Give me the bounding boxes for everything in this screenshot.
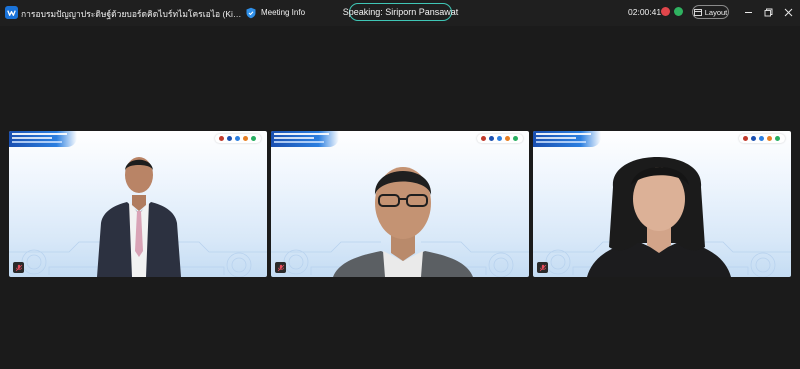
muted-mic-icon	[275, 262, 286, 273]
connection-status-icon[interactable]	[674, 7, 683, 16]
meeting-title: การอบรมปัญญาประดิษฐ์ด้วยบอร์ดคิดไบร์ทไมโ…	[21, 9, 246, 19]
restore-icon	[764, 8, 772, 16]
recording-status-icon[interactable]	[661, 7, 670, 16]
active-speaker-indicator: Speaking: Siriporn Pansawat	[343, 3, 458, 21]
event-banner	[9, 131, 77, 147]
muted-mic-icon	[537, 262, 548, 273]
event-banner	[271, 131, 339, 147]
title-bar: การอบรมปัญญาประดิษฐ์ด้วยบอร์ดคิดไบร์ทไมโ…	[0, 0, 800, 26]
participant-3-video	[587, 157, 731, 277]
meeting-timer: 02:00:41	[628, 7, 662, 17]
shield-check-icon	[246, 7, 256, 18]
participant-video-tile[interactable]	[533, 131, 791, 277]
layout-label: Layout	[704, 7, 728, 17]
minimize-button[interactable]	[741, 5, 755, 19]
close-button[interactable]	[781, 5, 795, 19]
participant-1-video	[97, 157, 181, 277]
participant-2-video	[333, 167, 473, 277]
participant-video-tile[interactable]	[9, 131, 267, 277]
layout-button[interactable]: Layout	[692, 5, 729, 19]
minimize-icon	[744, 11, 752, 13]
meeting-info-button[interactable]: Meeting Info	[245, 5, 305, 20]
sponsor-logos	[739, 134, 785, 143]
maximize-button[interactable]	[761, 5, 775, 19]
sponsor-logos	[215, 134, 261, 143]
participant-video-tile[interactable]	[271, 131, 529, 277]
muted-mic-icon	[13, 262, 24, 273]
layout-grid-icon	[693, 8, 702, 16]
webex-app-icon	[5, 6, 18, 19]
event-banner	[533, 131, 601, 147]
sponsor-logos	[477, 134, 523, 143]
meeting-info-label: Meeting Info	[261, 8, 306, 17]
close-icon	[784, 8, 792, 16]
